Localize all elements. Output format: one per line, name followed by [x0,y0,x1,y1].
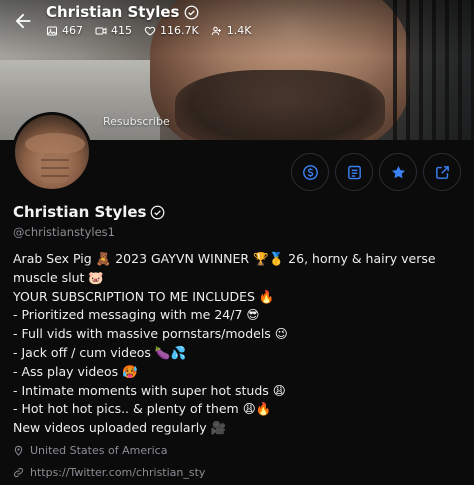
profile-name: Christian Styles [13,203,165,221]
stat-videos-count: 415 [111,24,132,37]
stat-fans: 1.4K [211,24,252,37]
profile-link[interactable]: https://Twitter.com/christian_sty [13,466,205,479]
avatar[interactable] [12,112,92,192]
heart-icon [144,26,156,36]
dollar-circle-icon [302,164,318,180]
bio-line: - Full vids with massive pornstars/model… [13,326,288,342]
document-lines-icon [347,165,361,179]
users-icon [211,26,221,35]
bio-line: - Prioritized messaging with me 24/7 😎 [13,307,260,323]
lists-button[interactable] [335,153,373,191]
stat-videos: 415 [95,24,132,37]
share-button[interactable] [423,153,461,191]
header-title: Christian Styles [46,3,199,21]
bio-line: - Jack off / cum videos 🍆💦 [13,344,187,360]
profile-actions [291,153,461,191]
stat-fans-count: 1.4K [226,24,252,37]
resubscribe-link[interactable]: Resubscribe [103,115,170,128]
video-camera-icon [95,27,107,34]
bio-line: - Ass play videos 🥵 [13,363,138,379]
profile-name-text: Christian Styles [13,203,147,221]
bio-line: - Intimate moments with super hot studs … [13,382,286,398]
bio-line: - Hot hot hot pics.. & plenty of them 😩🔥 [13,401,272,417]
back-arrow-icon[interactable] [10,8,36,34]
bio-line: Arab Sex Pig 🧸 2023 GAYVN WINNER 🏆🥇 26, … [13,251,436,285]
top-bar: Christian Styles 467 415 116.7K 1.4K [0,0,474,48]
bio-line: YOUR SUBSCRIPTION TO ME INCLUDES 🔥 [13,288,275,304]
chain-link-icon [13,467,24,478]
header-name: Christian Styles [46,3,180,21]
favorite-button[interactable] [379,153,417,191]
tip-button[interactable] [291,153,329,191]
star-icon [391,165,405,178]
location: United States of America [13,444,167,457]
profile-link-text[interactable]: https://Twitter.com/christian_sty [30,466,205,479]
map-pin-icon [14,445,23,456]
profile-bio: Arab Sex Pig 🧸 2023 GAYVN WINNER 🏆🥇 26, … [13,250,461,438]
stats-bar: 467 415 116.7K 1.4K [46,24,251,37]
stat-likes: 116.7K [144,24,199,37]
stat-likes-count: 116.7K [160,24,199,37]
profile-handle: @christianstyles1 [13,225,115,239]
share-arrow-icon [435,165,449,179]
stat-photos-count: 467 [62,24,83,37]
image-icon [47,26,57,35]
stat-photos: 467 [46,24,83,37]
verified-icon [185,5,199,19]
location-text: United States of America [30,444,168,457]
verified-icon [151,205,165,219]
bio-line: New videos uploaded regularly 🎥 [13,420,227,436]
